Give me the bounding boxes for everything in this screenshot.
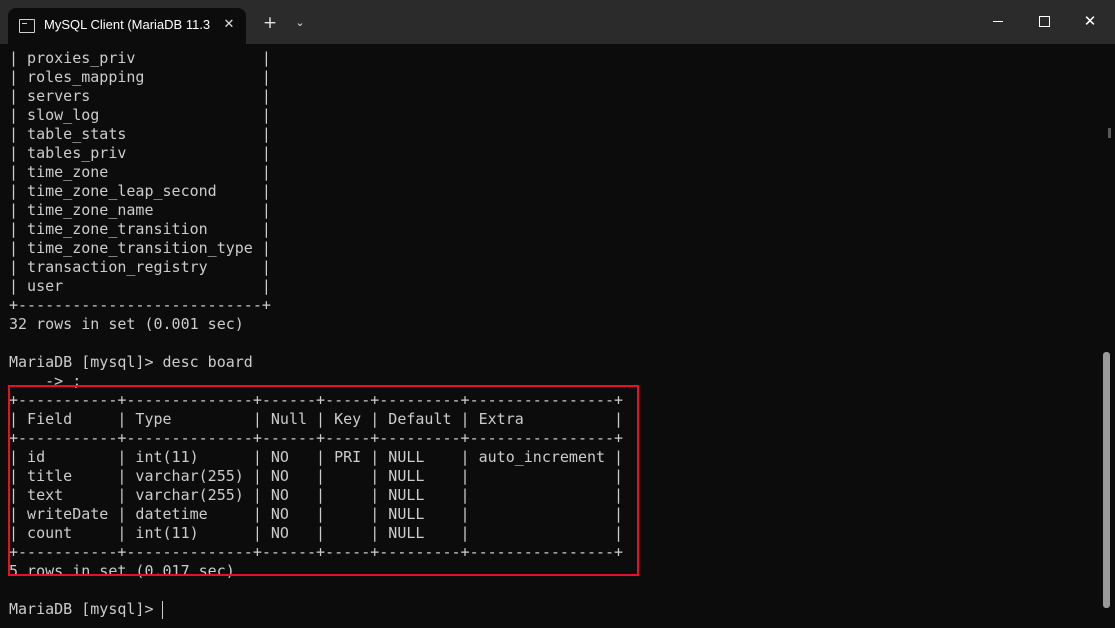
title-bar: MySQL Client (MariaDB 11.3 (x ✕ + ⌄ ✕ — [0, 0, 1115, 44]
terminal-line: | user | — [9, 277, 271, 295]
terminal-tab[interactable]: MySQL Client (MariaDB 11.3 (x ✕ — [8, 8, 246, 44]
terminal-line: | tables_priv | — [9, 144, 271, 162]
maximize-button[interactable] — [1021, 0, 1067, 44]
text-cursor — [162, 601, 163, 619]
terminal-line: | time_zone | — [9, 163, 271, 181]
terminal-line: | proxies_priv | — [9, 49, 271, 67]
terminal-line: | time_zone_transition_type | — [9, 239, 271, 257]
maximize-icon — [1038, 16, 1050, 27]
close-tab-icon[interactable]: ✕ — [220, 16, 238, 34]
scrollbar-thumb[interactable] — [1103, 352, 1110, 608]
tab-title: MySQL Client (MariaDB 11.3 (x — [44, 17, 212, 32]
terminal-line: | time_zone_leap_second | — [9, 182, 271, 200]
terminal-line: 32 rows in set (0.001 sec) — [9, 315, 244, 333]
chevron-down-icon[interactable]: ⌄ — [290, 12, 310, 34]
terminal-line: | time_zone_transition | — [9, 220, 271, 238]
highlight-box — [8, 385, 639, 576]
scroll-marker — [1108, 128, 1111, 138]
terminal-line: MariaDB [mysql]> desc board — [9, 353, 253, 371]
terminal-line: | table_stats | — [9, 125, 271, 143]
terminal-line: | slow_log | — [9, 106, 271, 124]
new-tab-button[interactable]: + — [259, 12, 281, 34]
minimize-icon — [993, 21, 1003, 22]
console-icon — [19, 19, 35, 33]
terminal-line: | transaction_registry | — [9, 258, 271, 276]
terminal-line: | roles_mapping | — [9, 68, 271, 86]
minimize-button[interactable] — [975, 0, 1021, 44]
terminal-line: | time_zone_name | — [9, 201, 271, 219]
terminal-prompt: MariaDB [mysql]> — [9, 600, 163, 618]
close-window-button[interactable]: ✕ — [1067, 0, 1113, 44]
terminal-line: +---------------------------+ — [9, 296, 271, 314]
terminal-line: | servers | — [9, 87, 271, 105]
